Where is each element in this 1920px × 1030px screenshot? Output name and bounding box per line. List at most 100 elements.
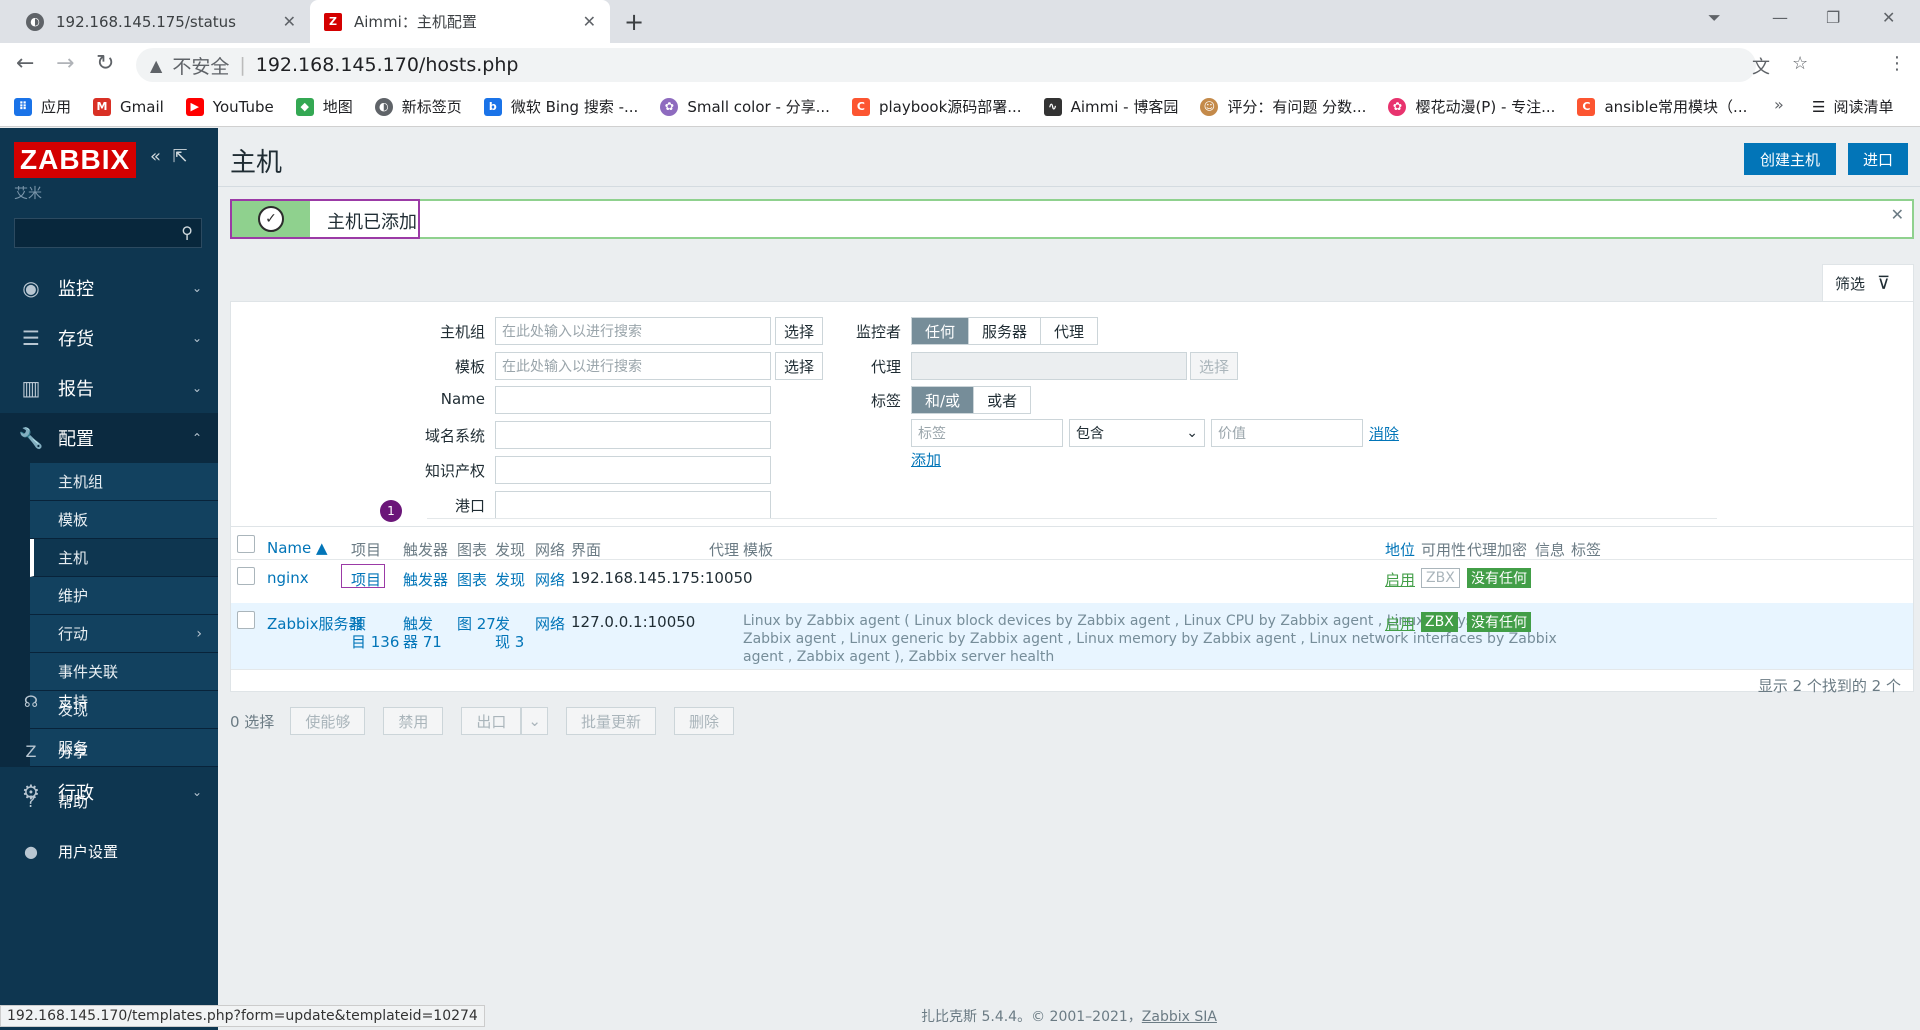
bookmark-gmail[interactable]: M Gmail (93, 97, 164, 116)
discovery-link[interactable]: 发现 (495, 569, 525, 590)
bookmark-newtab[interactable]: ◐ 新标签页 (374, 96, 462, 117)
zabbix-logo[interactable]: ZABBIX (14, 142, 137, 178)
tags-label: 标签 (870, 392, 901, 410)
delete-button[interactable]: 删除 (673, 707, 734, 735)
browser-tab-hosts[interactable]: Z Aimmi：主机配置 ✕ (310, 0, 610, 43)
tab-search-icon[interactable]: ⏷ (1708, 8, 1721, 28)
import-button[interactable]: 进口 (1848, 143, 1908, 175)
dns-label: 域名系统 (424, 427, 485, 445)
enable-button[interactable]: 使能够 (290, 707, 366, 735)
create-host-button[interactable]: 创建主机 (1744, 143, 1836, 175)
templates-line[interactable]: agent , Zabbix agent ), Zabbix server he… (743, 649, 1054, 665)
discovery-link-count[interactable]: 现 3 (495, 631, 524, 652)
close-icon[interactable]: ✕ (583, 12, 596, 31)
bookmark-score[interactable]: ☺ 评分：有问题 分数... (1200, 96, 1366, 117)
sidebar-item-actions[interactable]: 行动 › (30, 615, 218, 653)
address-bar[interactable]: ▲ 不安全 | 192.168.145.170/hosts.php (136, 48, 1756, 82)
items-link-count[interactable]: 目 136 (351, 631, 399, 652)
select-all-checkbox[interactable] (237, 535, 255, 553)
triggers-link-count[interactable]: 器 71 (403, 631, 442, 652)
bookmarks-more-icon[interactable]: » (1774, 95, 1784, 114)
bookmark-cnblogs[interactable]: ∿ Aimmi - 博客园 (1043, 96, 1178, 117)
status-link[interactable]: 启用 (1385, 569, 1415, 590)
mass-update-button[interactable]: 批量更新 (565, 707, 656, 735)
column-items: 项目 (351, 541, 382, 559)
graphs-link[interactable]: 图 27 (457, 613, 496, 634)
bookmark-smallcolor[interactable]: ✿ Small color - 分享... (660, 96, 830, 117)
filter-tab[interactable]: 筛选 ⊽ (1822, 264, 1914, 302)
collapse-sidebar-icon[interactable]: « ⇱ (150, 146, 188, 167)
ip-input[interactable] (495, 456, 771, 484)
header-row-divider (231, 559, 1913, 560)
sidebar-item-templates[interactable]: 模板 (30, 501, 218, 539)
menu-configuration[interactable]: 🔧 配置 ⌃ (0, 413, 218, 463)
remove-tag-link[interactable]: 消除 (1369, 423, 1399, 444)
tags-or[interactable]: 或者 (974, 387, 1031, 413)
name-input[interactable] (495, 386, 771, 414)
host-name-link[interactable]: Zabbix服务器 (267, 613, 364, 634)
menu-reports[interactable]: ▥ 报告 ⌄ (0, 363, 218, 413)
monitored-by-any[interactable]: 任何 (912, 318, 970, 344)
tag-operator-select[interactable]: 包含 ⌄ (1069, 419, 1205, 447)
search-icon[interactable]: ⚲ (181, 223, 193, 242)
reading-list[interactable]: ☰ 阅读清单 (1812, 96, 1893, 117)
tags-and-or[interactable]: 和/或 (912, 387, 975, 413)
bookmark-youtube[interactable]: ▶ YouTube (185, 97, 274, 116)
bookmark-maps[interactable]: ◆ 地图 (295, 96, 353, 117)
back-icon[interactable]: ← (16, 51, 34, 76)
template-input[interactable]: 在此处输入以进行搜索 (495, 352, 771, 380)
sidebar-item-maintenance[interactable]: 维护 (30, 577, 218, 615)
tag-value-input[interactable]: 价值 (1211, 419, 1363, 447)
minimize-icon[interactable]: — (1772, 8, 1788, 27)
reload-icon[interactable]: ↻ (96, 51, 114, 76)
monitored-by-server[interactable]: 服务器 (969, 318, 1042, 344)
host-name-link[interactable]: nginx (267, 569, 309, 587)
sidebar-search-input[interactable]: ⚲ (14, 218, 202, 248)
menu-share[interactable]: Z 分享 (0, 726, 218, 776)
close-icon[interactable]: ✕ (283, 12, 296, 31)
menu-dots-icon[interactable]: ⋮ (1888, 53, 1906, 74)
column-status[interactable]: 地位 (1385, 539, 1415, 560)
window-close-icon[interactable]: ✕ (1882, 8, 1895, 27)
row-checkbox[interactable] (237, 567, 255, 585)
monitored-by-proxy[interactable]: 代理 (1041, 318, 1098, 344)
footer-link[interactable]: Zabbix SIA (1142, 1009, 1217, 1025)
menu-support[interactable]: ☊ 支持 (0, 676, 218, 726)
star-icon[interactable]: ☆ (1792, 53, 1808, 74)
close-icon[interactable]: ✕ (1891, 205, 1904, 224)
bookmark-anime[interactable]: ✿ 樱花动漫(P) - 专注... (1388, 96, 1555, 117)
browser-tab-status[interactable]: ◐ 192.168.145.175/status ✕ (10, 0, 310, 43)
bookmark-playbook[interactable]: Cplaybook源码部署... (851, 96, 1022, 117)
sidebar-item-hosts[interactable]: 主机 (30, 539, 218, 577)
reading-list-icon: ☰ (1812, 97, 1826, 116)
bookmark-ansible[interactable]: Cansible常用模块（... (1577, 96, 1747, 117)
restore-icon[interactable]: ❐ (1826, 8, 1840, 27)
web-link[interactable]: 网络 (535, 613, 565, 634)
bookmark-bing[interactable]: b 微软 Bing 搜索 -... (483, 96, 638, 117)
dns-input[interactable] (495, 421, 771, 449)
export-button[interactable]: 出口 (461, 707, 522, 735)
graphs-link[interactable]: 图表 (457, 569, 487, 590)
port-input[interactable] (495, 491, 771, 519)
translate-icon[interactable]: 文 (1752, 53, 1770, 79)
host-group-input[interactable]: 在此处输入以进行搜索 (495, 317, 771, 345)
status-link[interactable]: 启用 (1385, 613, 1415, 634)
bookmark-apps[interactable]: ⠿ 应用 (14, 96, 71, 117)
sidebar-item-host-groups[interactable]: 主机组 (30, 463, 218, 501)
menu-inventory[interactable]: ☰ 存货 ⌄ (0, 313, 218, 363)
menu-monitoring[interactable]: ◉ 监控 ⌄ (0, 263, 218, 313)
web-link[interactable]: 网络 (535, 569, 565, 590)
column-name[interactable]: Name ▲ (267, 539, 328, 557)
forward-icon[interactable]: → (56, 51, 74, 76)
menu-help[interactable]: ? 帮助 (0, 776, 218, 826)
disable-button[interactable]: 禁用 (383, 707, 444, 735)
row-checkbox[interactable] (237, 611, 255, 629)
new-tab-icon[interactable]: + (624, 8, 644, 36)
triggers-link[interactable]: 触发器 (403, 569, 448, 590)
menu-user-settings[interactable]: ● 用户设置 (0, 826, 218, 876)
export-dropdown-icon[interactable]: ⌄ (521, 707, 548, 735)
add-tag-link[interactable]: 添加 (911, 449, 941, 470)
templates-line[interactable]: Zabbix agent , Linux generic by Zabbix a… (743, 631, 1557, 647)
items-link[interactable]: 项目 (351, 569, 381, 590)
tag-input[interactable]: 标签 (911, 419, 1063, 447)
